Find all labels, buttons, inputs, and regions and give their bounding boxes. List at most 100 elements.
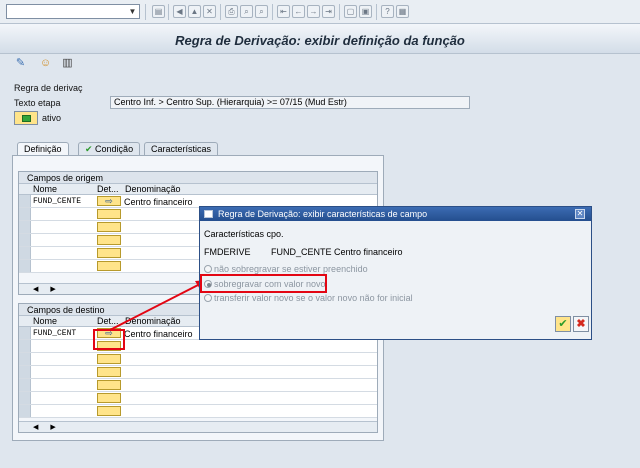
detail-button[interactable] xyxy=(97,406,121,416)
toolbar-separator xyxy=(168,4,169,20)
last-page-icon[interactable]: ⇥ xyxy=(322,5,335,18)
step-text-field: Centro Inf. > Centro Sup. (Hierarquia) >… xyxy=(110,96,470,109)
table-row[interactable] xyxy=(19,340,377,353)
field-description: Centro financeiro xyxy=(334,247,403,257)
table-header: Nome Det... Denominação xyxy=(19,184,377,195)
toolbar-separator xyxy=(272,4,273,20)
row-selector[interactable] xyxy=(19,221,31,233)
checkmark-icon: ✔ xyxy=(85,144,96,154)
print-icon[interactable]: ⎙ xyxy=(225,5,238,18)
green-status-icon xyxy=(22,115,31,122)
find-icon[interactable]: ⌕ xyxy=(240,5,253,18)
back-icon[interactable]: ◀ xyxy=(173,5,186,18)
section-title: Características cpo. xyxy=(204,229,284,239)
detail-arrow-icon[interactable]: ⇨ xyxy=(97,196,121,206)
step-label: Texto etapa xyxy=(14,98,61,108)
field-name: FUND_CENTE xyxy=(33,197,82,206)
field-characteristics-dialog: Regra de Derivação: exibir característic… xyxy=(199,206,592,340)
application-toolbar xyxy=(0,54,640,74)
display-change-icon[interactable]: ✎ xyxy=(13,56,28,71)
field-name: FUND_CENT xyxy=(33,329,77,338)
toolbar-separator xyxy=(339,4,340,20)
next-page-icon[interactable]: → xyxy=(307,5,320,18)
option-label: não sobregravar se estiver preenchido xyxy=(214,264,368,274)
detail-button[interactable] xyxy=(97,235,121,245)
tab-definicao[interactable]: Definição xyxy=(17,142,69,155)
dialog-title: Regra de Derivação: exibir característic… xyxy=(218,209,428,219)
row-selector[interactable] xyxy=(19,260,31,272)
detail-button[interactable] xyxy=(97,354,121,364)
first-page-icon[interactable]: ⇤ xyxy=(277,5,290,18)
radio-transfer-new[interactable] xyxy=(204,294,212,302)
save-icon[interactable]: ▤ xyxy=(152,5,165,18)
active-status-button[interactable] xyxy=(14,111,38,125)
field-description: Centro financeiro xyxy=(124,197,193,207)
new-session-icon[interactable]: ▢ xyxy=(344,5,357,18)
shortcut-icon[interactable]: ▣ xyxy=(359,5,372,18)
scroll-left-icon[interactable]: ◀ xyxy=(33,424,38,431)
col-nome[interactable]: Nome xyxy=(33,316,57,327)
row-selector[interactable] xyxy=(19,405,31,417)
row-selector[interactable] xyxy=(19,379,31,391)
page-title: Regra de Derivação: exibir definição da … xyxy=(175,33,465,48)
row-selector[interactable] xyxy=(19,234,31,246)
scroll-right-icon[interactable]: ▶ xyxy=(50,286,55,293)
row-selector[interactable] xyxy=(19,195,31,207)
command-field[interactable]: ▼ xyxy=(6,4,140,19)
field-name: FUND_CENTE xyxy=(271,247,332,257)
detail-button[interactable] xyxy=(97,209,121,219)
callout-arrow-line xyxy=(109,283,201,331)
row-selector[interactable] xyxy=(19,340,31,352)
tab-label: Definição xyxy=(24,144,62,154)
field-type: FMDERIVE xyxy=(204,247,251,257)
person-icon[interactable]: ☺ xyxy=(38,56,53,71)
prev-page-icon[interactable]: ← xyxy=(292,5,305,18)
col-nome[interactable]: Nome xyxy=(33,184,57,195)
row-selector[interactable] xyxy=(19,247,31,259)
table-icon[interactable]: ▥ xyxy=(60,56,75,71)
tab-label: Condição xyxy=(95,144,134,154)
cancel-x-icon[interactable]: ✖ xyxy=(573,316,589,332)
table-row[interactable] xyxy=(19,379,377,392)
tab-condicao[interactable]: ✔ Condição xyxy=(78,142,141,155)
cancel-icon[interactable]: ✕ xyxy=(203,5,216,18)
table-row[interactable] xyxy=(19,353,377,366)
table-row[interactable] xyxy=(19,366,377,379)
group-title: Campos de origem xyxy=(19,172,377,184)
rule-label: Regra de derivaç xyxy=(14,83,83,93)
tab-caracteristicas[interactable]: Características xyxy=(144,142,219,155)
dropdown-chevron-icon[interactable]: ▼ xyxy=(126,5,139,18)
table-row[interactable] xyxy=(19,405,377,418)
scroll-right-icon[interactable]: ▶ xyxy=(50,424,55,431)
option-label: transferir valor novo se o valor novo nã… xyxy=(214,293,413,303)
row-selector[interactable] xyxy=(19,327,31,339)
empty-rows xyxy=(19,340,377,418)
row-selector[interactable] xyxy=(19,353,31,365)
radio-no-overwrite[interactable] xyxy=(204,265,212,273)
confirm-checkmark-icon[interactable]: ✔ xyxy=(555,316,571,332)
col-denominacao[interactable]: Denominação xyxy=(125,184,181,195)
option-highlight xyxy=(200,274,327,293)
col-det[interactable]: Det... xyxy=(97,184,119,195)
exit-icon[interactable]: ▲ xyxy=(188,5,201,18)
row-selector[interactable] xyxy=(19,392,31,404)
row-selector[interactable] xyxy=(19,366,31,378)
active-label: ativo xyxy=(42,113,62,123)
help-icon[interactable]: ? xyxy=(381,5,394,18)
customize-icon[interactable]: ▦ xyxy=(396,5,409,18)
table-row[interactable] xyxy=(19,392,377,405)
toolbar-separator xyxy=(376,4,377,20)
detail-button[interactable] xyxy=(97,222,121,232)
detail-button[interactable] xyxy=(97,380,121,390)
scroll-left-icon[interactable]: ◀ xyxy=(33,286,38,293)
window-icon xyxy=(204,210,213,218)
row-selector[interactable] xyxy=(19,208,31,220)
tab-label: Características xyxy=(151,144,212,154)
detail-button[interactable] xyxy=(97,367,121,377)
close-icon[interactable]: ✕ xyxy=(575,209,585,219)
horizontal-scrollbar[interactable]: ◀ ▶ xyxy=(19,421,377,432)
find-next-icon[interactable]: ⌕ xyxy=(255,5,268,18)
toolbar-separator xyxy=(145,4,146,20)
detail-button[interactable] xyxy=(97,393,121,403)
detail-button[interactable] xyxy=(97,248,121,258)
